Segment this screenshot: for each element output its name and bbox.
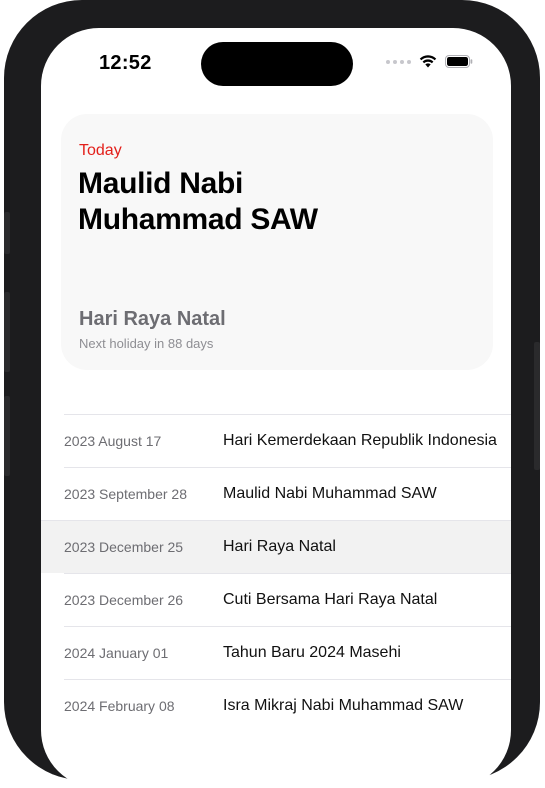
holiday-list: 2023 August 17 Hari Kemerdekaan Republik… [41, 414, 511, 732]
list-item[interactable]: 2023 August 17 Hari Kemerdekaan Republik… [64, 414, 511, 467]
wifi-icon [419, 55, 437, 68]
battery-icon [445, 55, 473, 68]
action-button [4, 212, 10, 254]
list-item[interactable]: 2024 February 08 Isra Mikraj Nabi Muhamm… [64, 679, 511, 732]
cellular-dots-icon [386, 59, 411, 64]
volume-down-button [4, 396, 10, 476]
holiday-date: 2023 December 25 [64, 539, 184, 555]
holiday-date: 2023 December 26 [64, 592, 184, 608]
next-holiday-name: Hari Raya Natal [79, 308, 226, 330]
holiday-date: 2024 February 08 [64, 698, 175, 714]
list-item[interactable]: 2023 September 28 Maulid Nabi Muhammad S… [64, 467, 511, 520]
side-button [534, 342, 540, 470]
dynamic-island [201, 42, 353, 86]
status-time: 12:52 [99, 52, 152, 74]
holiday-name: Isra Mikraj Nabi Muhammad SAW [223, 697, 464, 714]
holiday-date: 2023 September 28 [64, 486, 187, 502]
current-holiday-title: Maulid Nabi Muhammad SAW [78, 167, 318, 236]
holiday-name: Maulid Nabi Muhammad SAW [223, 485, 437, 502]
holiday-name: Tahun Baru 2024 Masehi [223, 644, 401, 661]
next-holiday-countdown: Next holiday in 88 days [79, 336, 214, 351]
status-bar: 12:52 [41, 28, 511, 98]
holiday-date: 2023 August 17 [64, 433, 162, 449]
today-label: Today [79, 142, 122, 159]
status-icons [386, 55, 473, 68]
today-card[interactable]: Today Maulid Nabi Muhammad SAW Hari Raya… [61, 114, 493, 370]
holiday-name: Hari Raya Natal [223, 538, 336, 555]
screen: 12:52 Today Maulid Nabi Muhammad SAW Har… [41, 28, 511, 788]
list-item[interactable]: 2024 January 01 Tahun Baru 2024 Masehi [64, 626, 511, 679]
holiday-name: Hari Kemerdekaan Republik Indonesia [223, 432, 497, 449]
list-item-selected[interactable]: 2023 December 25 Hari Raya Natal [41, 520, 511, 573]
holiday-date: 2024 January 01 [64, 645, 169, 661]
holiday-name: Cuti Bersama Hari Raya Natal [223, 591, 438, 608]
phone-frame: 12:52 Today Maulid Nabi Muhammad SAW Har… [4, 0, 540, 788]
list-item[interactable]: 2023 December 26 Cuti Bersama Hari Raya … [64, 573, 511, 626]
volume-up-button [4, 292, 10, 372]
